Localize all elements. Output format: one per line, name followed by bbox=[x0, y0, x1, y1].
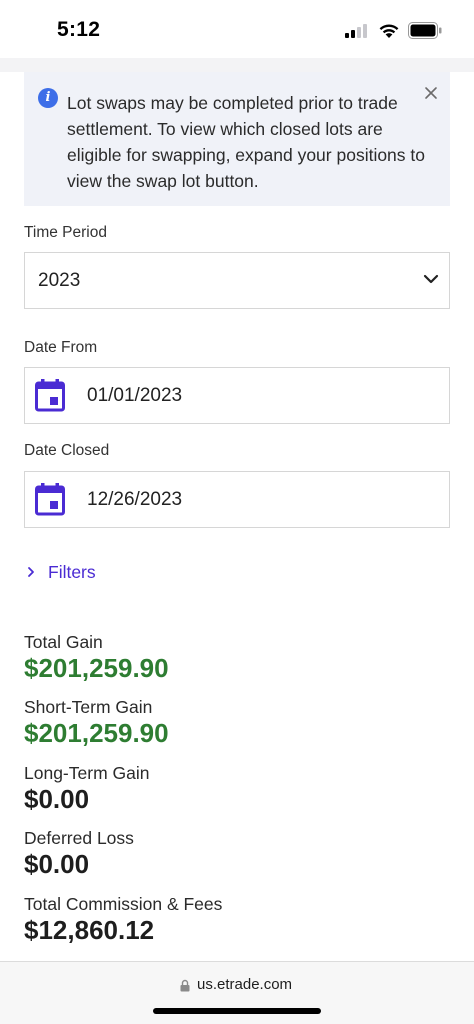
lock-icon bbox=[180, 979, 190, 992]
info-banner: i Lot swaps may be completed prior to tr… bbox=[24, 72, 450, 206]
short-term-gain-label: Short-Term Gain bbox=[24, 697, 153, 717]
close-icon[interactable] bbox=[422, 84, 440, 102]
deferred-loss-value: $0.00 bbox=[24, 849, 90, 879]
date-closed-field[interactable]: 12/26/2023 bbox=[24, 471, 450, 528]
status-bar: 5:12 bbox=[0, 0, 474, 58]
home-indicator[interactable] bbox=[153, 1008, 321, 1014]
info-icon: i bbox=[38, 88, 58, 108]
deferred-loss-label: Deferred Loss bbox=[24, 828, 134, 848]
filters-label: Filters bbox=[48, 562, 96, 582]
date-from-field[interactable]: 01/01/2023 bbox=[24, 367, 450, 424]
time-period-select[interactable]: 2023 bbox=[24, 252, 450, 309]
wifi-icon bbox=[379, 24, 399, 38]
time-period-value: 2023 bbox=[38, 270, 81, 291]
battery-icon bbox=[408, 22, 442, 39]
date-from-value: 01/01/2023 bbox=[87, 385, 183, 406]
date-closed-label: Date Closed bbox=[24, 442, 110, 459]
chevron-down-icon bbox=[423, 274, 439, 284]
commission-fees-value: $12,860.12 bbox=[24, 915, 155, 945]
chevron-right-icon bbox=[28, 567, 34, 577]
signal-strength-icon bbox=[345, 24, 371, 38]
commission-fees-label: Total Commission & Fees bbox=[24, 894, 223, 914]
total-gain-value: $201,259.90 bbox=[24, 653, 169, 683]
long-term-gain-label: Long-Term Gain bbox=[24, 763, 150, 783]
time-period-label: Time Period bbox=[24, 224, 107, 241]
info-banner-text: Lot swaps may be completed prior to trad… bbox=[67, 93, 425, 191]
browser-address-bar[interactable]: us.etrade.com bbox=[0, 961, 474, 1024]
date-from-label: Date From bbox=[24, 339, 98, 356]
calendar-icon[interactable] bbox=[35, 379, 65, 412]
calendar-icon[interactable] bbox=[35, 483, 65, 516]
url-text[interactable]: us.etrade.com bbox=[197, 976, 292, 993]
short-term-gain-value: $201,259.90 bbox=[24, 718, 169, 748]
status-time: 5:12 bbox=[57, 18, 101, 41]
header-band bbox=[0, 58, 474, 72]
total-gain-label: Total Gain bbox=[24, 632, 103, 652]
long-term-gain-value: $0.00 bbox=[24, 784, 90, 814]
date-closed-value: 12/26/2023 bbox=[87, 489, 183, 510]
